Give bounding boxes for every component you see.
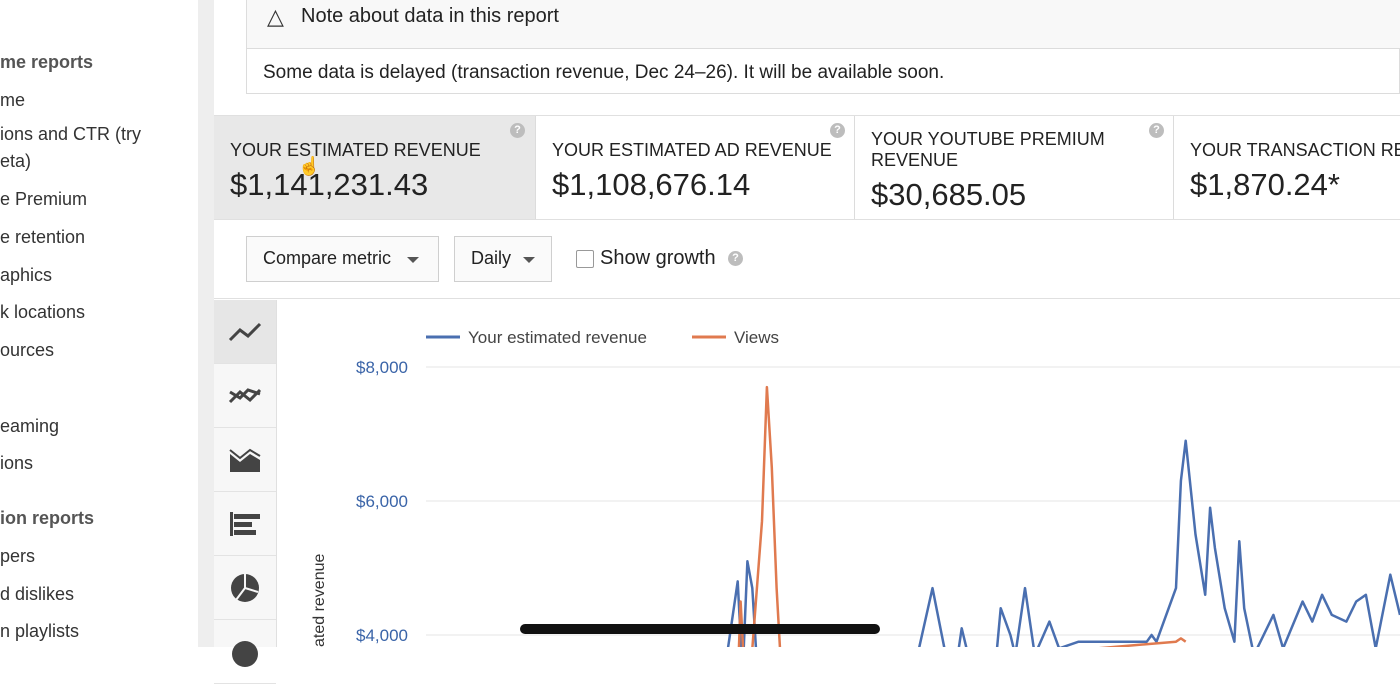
sidebar-item[interactable]: eaming xyxy=(0,416,59,437)
help-icon[interactable]: ? xyxy=(1149,123,1164,138)
notice-title: Note about data in this report xyxy=(301,5,559,27)
legend-label: Your estimated revenue xyxy=(468,328,647,347)
area-chart-tool[interactable] xyxy=(214,428,276,492)
interval-label: Daily xyxy=(471,248,512,268)
multi-line-chart-icon xyxy=(228,388,262,404)
chart-area: $8,000 $6,000 $4,000 ated revenue Your estim… xyxy=(276,300,1400,684)
sidebar-item[interactable]: eta) xyxy=(0,151,31,172)
sidebar-item[interactable]: aphics xyxy=(0,265,52,286)
bar-chart-tool[interactable] xyxy=(214,492,276,556)
chevron-down-icon xyxy=(523,257,535,263)
pie-chart-tool[interactable] xyxy=(214,556,276,620)
sidebar-item[interactable]: e retention xyxy=(0,227,85,248)
main-panel: △ Note about data in this report Some da… xyxy=(214,0,1400,684)
help-icon[interactable]: ? xyxy=(830,123,845,138)
series-line-views xyxy=(736,385,1187,682)
pointer-cursor-icon: ☝ xyxy=(298,156,321,176)
globe-chart-tool[interactable] xyxy=(214,620,276,684)
sidebar-item[interactable]: ions and CTR (try xyxy=(0,124,141,145)
sidebar-divider xyxy=(198,0,214,647)
sidebar-item[interactable]: ions xyxy=(0,453,33,474)
sidebar-item[interactable]: e Premium xyxy=(0,189,87,210)
compare-metric-dropdown[interactable]: Compare metric xyxy=(246,236,439,282)
y-tick-label: $6,000 xyxy=(356,492,408,511)
metric-value: $1,108,676.14 xyxy=(552,167,751,202)
metric-label: YOUR YOUTUBE PREMIUM REVENUE xyxy=(871,129,1105,170)
horizontal-scrollbar[interactable] xyxy=(520,624,880,634)
revenue-line-chart: $8,000 $6,000 $4,000 ated revenue Your estim… xyxy=(311,328,1400,684)
notice-body: Some data is delayed (transaction revenu… xyxy=(246,48,1400,94)
sidebar-section-header: me reports xyxy=(0,52,94,72)
y-tick-label: $8,000 xyxy=(356,358,408,377)
metric-value: $30,685.05 xyxy=(871,177,1027,212)
series-line-revenue xyxy=(721,439,1400,684)
sidebar-item[interactable]: pers xyxy=(0,546,35,567)
chart-type-toolbar xyxy=(214,300,277,684)
sidebar-item[interactable]: ources xyxy=(0,340,54,361)
warning-triangle-icon: △ xyxy=(267,4,284,29)
line-chart-icon xyxy=(228,322,262,342)
y-axis-label: ated revenue xyxy=(311,553,328,647)
metric-cards: YOUR ESTIMATED REVENUE $1,141,231.43 ? Y… xyxy=(214,115,1400,220)
metric-label: YOUR ESTIMATED REVENUE xyxy=(230,140,481,160)
notice-header: △ Note about data in this report xyxy=(246,0,1400,48)
notice-text: Some data is delayed (transaction revenu… xyxy=(263,62,945,83)
metric-value: $1,141,231.43 xyxy=(230,167,429,202)
pie-chart-icon xyxy=(231,574,259,602)
sidebar-item[interactable]: d dislikes xyxy=(0,584,74,605)
metric-card-estimated-revenue[interactable]: YOUR ESTIMATED REVENUE $1,141,231.43 ? xyxy=(214,116,536,219)
globe-icon xyxy=(232,641,258,667)
sidebar-item[interactable]: k locations xyxy=(0,302,85,323)
sidebar: me reports me ions and CTR (try eta) e Premi… xyxy=(0,0,198,647)
chart-controls: Compare metric Daily Show growth ? xyxy=(214,220,1400,299)
metric-card-premium-revenue[interactable]: YOUR YOUTUBE PREMIUM REVENUE $30,685.05 … xyxy=(855,116,1174,219)
area-chart-icon xyxy=(229,448,261,472)
metric-label: YOUR ESTIMATED AD REVENUE xyxy=(552,140,832,160)
help-icon[interactable]: ? xyxy=(510,123,525,138)
legend-label: Views xyxy=(734,328,779,347)
show-growth-checkbox[interactable] xyxy=(576,250,594,268)
y-tick-label: $4,000 xyxy=(356,626,408,645)
help-icon[interactable]: ? xyxy=(728,251,743,266)
interval-dropdown[interactable]: Daily xyxy=(454,236,552,282)
metric-card-transaction-revenue[interactable]: YOUR TRANSACTION RE $1,870.24* xyxy=(1174,116,1400,219)
compare-metric-label: Compare metric xyxy=(263,248,392,268)
metric-value: $1,870.24* xyxy=(1190,167,1340,202)
metric-label: YOUR TRANSACTION RE xyxy=(1190,140,1400,160)
sidebar-section-header: ion reports xyxy=(0,508,95,528)
multi-line-chart-tool[interactable] xyxy=(214,364,276,428)
line-chart-tool[interactable] xyxy=(214,300,276,364)
chevron-down-icon xyxy=(407,257,419,263)
metric-card-ad-revenue[interactable]: YOUR ESTIMATED AD REVENUE $1,108,676.14 … xyxy=(536,116,855,219)
show-growth-label: Show growth xyxy=(600,247,716,269)
sidebar-item[interactable]: n playlists xyxy=(0,621,79,642)
bar-chart-icon xyxy=(230,512,260,536)
sidebar-item[interactable]: me xyxy=(0,90,25,111)
